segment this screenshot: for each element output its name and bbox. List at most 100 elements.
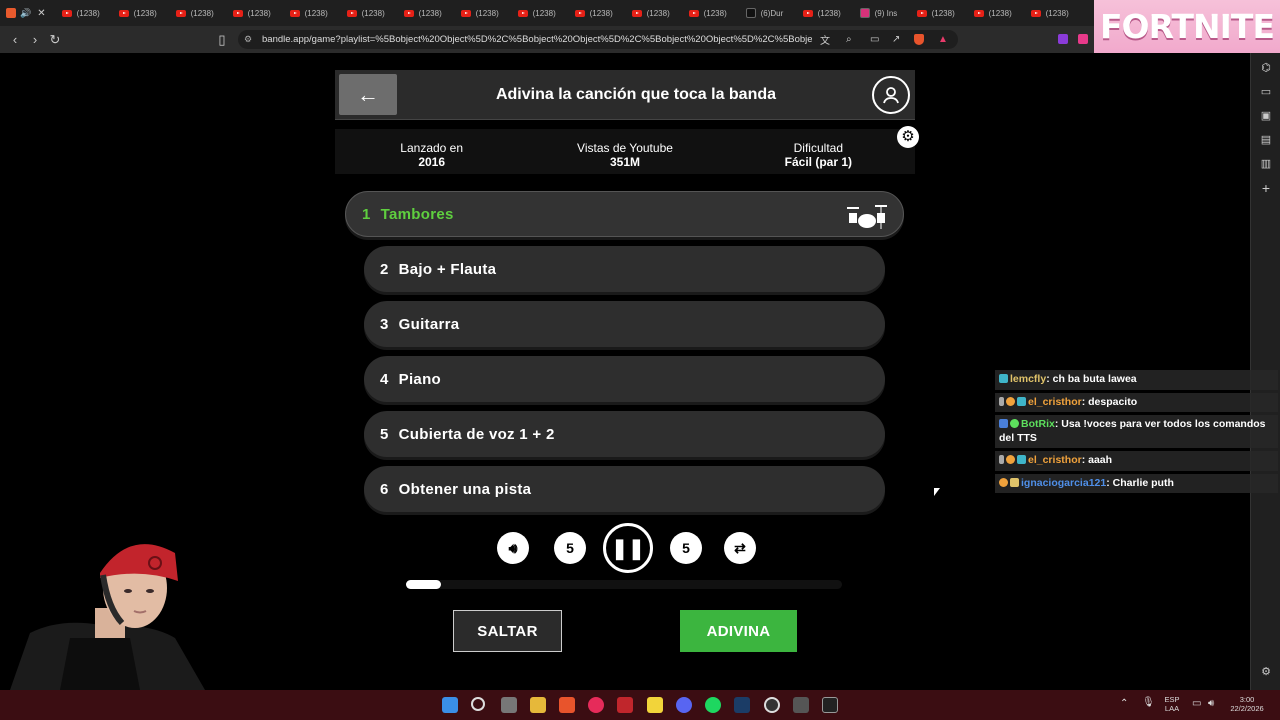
search-icon[interactable] [471,697,485,711]
badge-icon [999,477,1008,487]
rewards-icon[interactable]: ▭ [1251,80,1280,104]
audio-progress-bar[interactable] [406,580,842,589]
windows-start-icon[interactable] [442,697,458,713]
forward-nav-icon[interactable]: › [25,32,45,47]
translate-icon[interactable]: 文 [820,32,830,47]
browser-tab[interactable]: (1238) [56,0,113,26]
tab-audio-icon[interactable]: 🔊 [20,8,31,19]
browser-tab[interactable]: (1238) [113,0,170,26]
youtube-icon [916,9,927,17]
bookmark-icon[interactable]: ▯ [212,32,232,48]
repeat-off-button[interactable]: ⇄ [724,532,756,564]
spotify-icon[interactable] [705,697,721,713]
clock[interactable]: 3:00 22/2/2026 [1222,695,1272,713]
leo-ai-icon[interactable]: ⌬ [1251,56,1280,80]
reading-list-icon[interactable]: ▥ [1251,152,1280,176]
media-player-icon[interactable] [588,697,604,713]
volume-tray-icon[interactable]: 🔊︎ [1208,698,1214,709]
track-5[interactable]: 5 Cubierta de voz 1 + 2 [364,411,885,457]
brave-rewards-icon[interactable]: ▲ [938,34,948,45]
stat-label: Dificultad [793,141,843,155]
browser-tab[interactable]: (1238) [512,0,569,26]
guess-button[interactable]: ADIVINA [680,610,797,652]
network-icon[interactable]: ▭ [1192,698,1201,709]
adobe-icon[interactable] [617,697,633,713]
skip-button[interactable]: SALTAR [453,610,562,652]
wallet-icon[interactable] [1078,34,1088,44]
microphone-icon[interactable]: 🎙︎ [1142,697,1155,708]
youtube-icon [346,9,357,17]
steam-icon[interactable] [734,697,750,713]
browser-tab[interactable]: (1238) [455,0,512,26]
browser-tab[interactable]: (1238) [569,0,626,26]
browser-tab[interactable]: (1238) [911,0,968,26]
valorant-icon[interactable] [793,697,809,713]
brave-shield-icon[interactable] [914,34,924,45]
track-label: Tambores [380,205,454,223]
site-info-icon[interactable]: ⚙ [244,34,252,45]
settings-gear-icon[interactable]: ⚙ [897,126,919,148]
tab-title: (1238) [304,8,328,18]
volume-button[interactable]: 🔊︎ [497,532,529,564]
file-explorer-icon[interactable] [530,697,546,713]
browser-tab[interactable]: (1238) [398,0,455,26]
wallet-sidebar-icon[interactable]: ▣ [1251,104,1280,128]
tab-title: (1238) [646,8,670,18]
url-text: bandle.app/game?playlist=%5Bobject%20Obj… [262,34,812,45]
url-field[interactable]: ⚙ bandle.app/game?playlist=%5Bobject%20O… [238,30,958,49]
track-number: 2 [380,260,389,278]
youtube-icon [175,9,186,17]
browser-tab[interactable]: (1238) [341,0,398,26]
badge-icon [1006,455,1015,464]
track-4[interactable]: 4 Piano [364,356,885,402]
track-2[interactable]: 2 Bajo + Flauta [364,246,885,292]
user-profile-button[interactable] [872,76,910,114]
back-button[interactable]: ← [339,74,397,115]
task-view-icon[interactable] [501,697,517,713]
stat-views: Vistas de Youtube 351M [528,129,721,174]
cast-icon[interactable]: ▭ [870,34,879,45]
browser-tab[interactable]: (9) Ins [854,0,911,26]
tab-title: (1238) [931,8,955,18]
notes-icon[interactable] [647,697,663,713]
brave-taskbar-icon[interactable] [559,697,575,713]
browser-tab[interactable]: (1238) [1025,0,1082,26]
browser-tab[interactable]: (1238) [626,0,683,26]
browser-tab[interactable]: (1238) [968,0,1025,26]
browser-tab[interactable]: (1238) [227,0,284,26]
obs-icon[interactable] [764,697,780,713]
chat-user: ignaciogarcia121 [1021,476,1107,489]
zoom-icon[interactable]: ⌕ [846,34,852,45]
add-sidebar-icon[interactable]: + [1251,176,1280,200]
track-label: Piano [398,370,441,388]
sidebar-settings-icon[interactable]: ⚙ [1251,660,1280,684]
language-indicator[interactable]: ESP LAA [1160,695,1184,713]
track-1[interactable]: 1 Tambores [345,191,904,237]
browser-tab[interactable]: (1238) [284,0,341,26]
epic-games-icon[interactable] [822,697,838,713]
browser-tab[interactable]: (1238) [797,0,854,26]
game-page: ← Adivina la canción que toca la banda L… [0,53,1278,690]
badge-icon [999,396,1004,406]
tab-title: (1238) [76,8,100,18]
progress-fill [406,580,441,589]
browser-tab[interactable]: (1238) [683,0,740,26]
share-icon[interactable]: ↗ [892,34,900,45]
reload-icon[interactable]: ↻ [45,32,65,48]
player-controls: 🔊︎ 5 ❚❚ 5 ⇄ [497,523,757,573]
page-title: Adivina la canción que toca la banda [495,86,777,103]
bookmarks-sidebar-icon[interactable]: ▤ [1251,128,1280,152]
track-3[interactable]: 3 Guitarra [364,301,885,347]
youtube-icon [574,9,585,17]
extension-icon[interactable] [1058,34,1068,44]
tray-chevron-icon[interactable]: ⌃ [1120,698,1128,709]
pause-button[interactable]: ❚❚ [603,523,653,573]
forward-button[interactable]: 5 [670,532,702,564]
back-nav-icon[interactable]: ‹ [5,32,25,47]
discord-icon[interactable] [676,697,692,713]
close-tab-icon[interactable]: ✕ [37,8,45,19]
track-6[interactable]: 6 Obtener una pista [364,466,885,512]
browser-tab[interactable]: (6)Dur [740,0,797,26]
browser-tab[interactable]: (1238) [170,0,227,26]
rewind-button[interactable]: 5 [554,532,586,564]
